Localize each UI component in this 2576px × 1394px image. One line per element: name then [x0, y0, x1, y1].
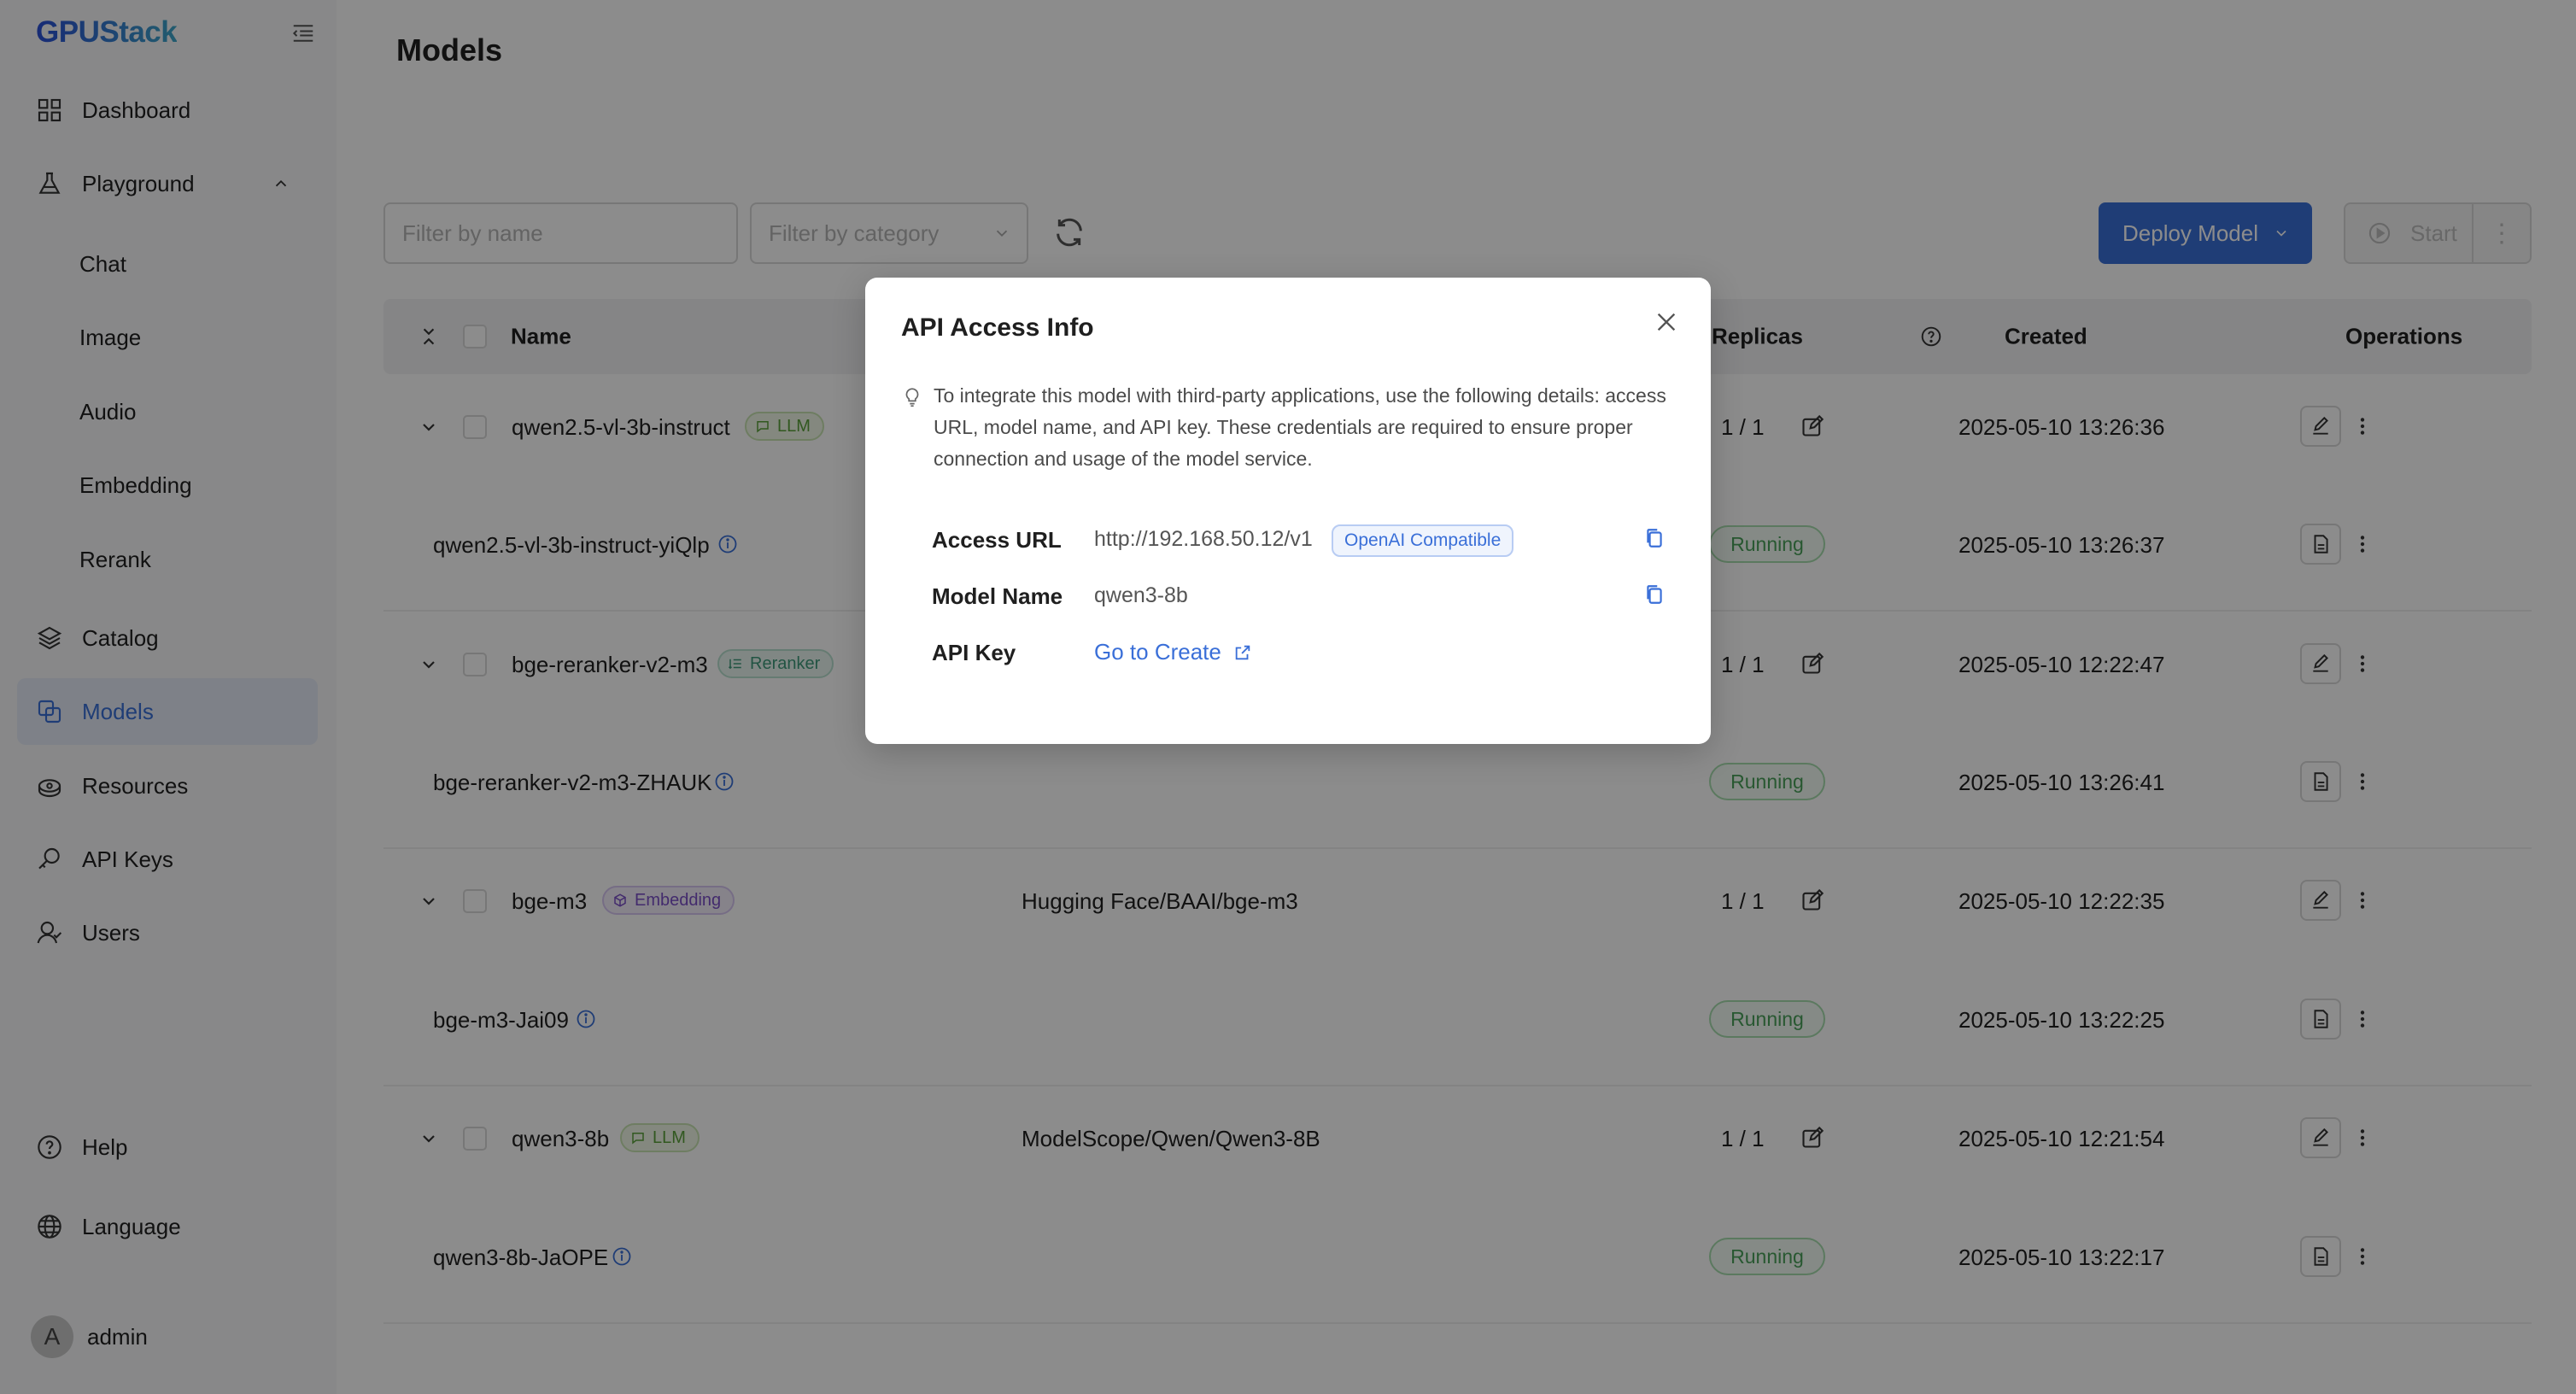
- model-name-label: Model Name: [932, 583, 1063, 609]
- modal-tip-text: To integrate this model with third-party…: [934, 384, 1666, 470]
- access-url-label: Access URL: [932, 527, 1062, 553]
- access-url-value: http://192.168.50.12/v1: [1094, 527, 1313, 551]
- api-access-info-modal: API Access Info To integrate this model …: [865, 278, 1711, 744]
- external-link-icon: [1235, 645, 1250, 659]
- copy-icon[interactable]: [1643, 526, 1666, 550]
- copy-icon[interactable]: [1643, 583, 1666, 606]
- go-to-create-link[interactable]: Go to Create: [1094, 639, 1252, 665]
- lightbulb-icon: [905, 388, 919, 407]
- model-name-value: qwen3-8b: [1094, 583, 1188, 607]
- close-icon[interactable]: [1653, 308, 1680, 336]
- go-to-create-label: Go to Create: [1094, 639, 1221, 665]
- modal-title: API Access Info: [901, 313, 1094, 342]
- openai-compatible-badge: OpenAI Compatible: [1332, 524, 1514, 557]
- api-key-label: API Key: [932, 640, 1016, 665]
